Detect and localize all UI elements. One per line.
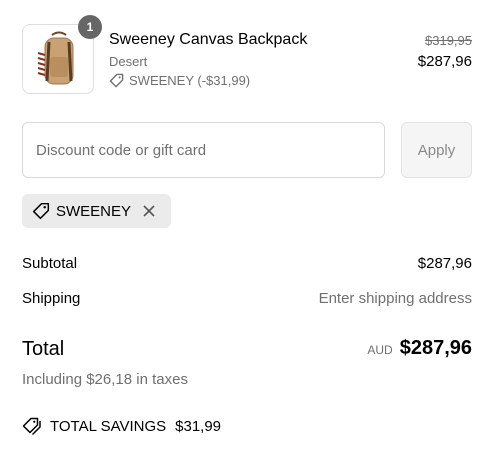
shipping-value: Enter shipping address (318, 290, 472, 307)
close-icon (143, 205, 155, 217)
order-summary: 1 Sweeney Canvas Backpack Desert SWEENEY… (0, 0, 500, 462)
currency-code: AUD (367, 343, 393, 357)
savings-value: $31,99 (175, 417, 222, 435)
applied-code-pill: SWEENEY (22, 194, 171, 228)
savings-label: TOTAL SAVINGS (50, 417, 167, 435)
tag-icon (32, 202, 50, 220)
product-discount-label: SWEENEY (-$31,99) (129, 73, 251, 88)
subtotal-value: $287,96 (417, 255, 472, 272)
total-amount-group: AUD $287,96 (367, 337, 472, 360)
product-price: $287,96 (417, 53, 472, 70)
subtotal-label: Subtotal (22, 255, 78, 272)
product-variant: Desert (109, 54, 148, 69)
discount-code-input[interactable] (22, 122, 385, 178)
product-discount: SWEENEY (-$31,99) (109, 73, 250, 88)
total-amount: $287,96 (399, 337, 472, 359)
applied-code-label: SWEENEY (56, 202, 132, 220)
shipping-label: Shipping (22, 290, 81, 307)
total-label: Total (22, 338, 65, 360)
total-savings: TOTAL SAVINGS $31,99 (22, 416, 221, 436)
quantity-badge: 1 (78, 15, 102, 39)
apply-button[interactable]: Apply (401, 122, 472, 178)
product-name: Sweeney Canvas Backpack (109, 31, 308, 48)
original-price: $319,95 (425, 33, 472, 48)
taxes-note: Including $26,18 in taxes (22, 371, 188, 388)
remove-code-button[interactable] (141, 203, 157, 219)
tags-icon (22, 417, 41, 436)
tag-icon (109, 73, 124, 88)
